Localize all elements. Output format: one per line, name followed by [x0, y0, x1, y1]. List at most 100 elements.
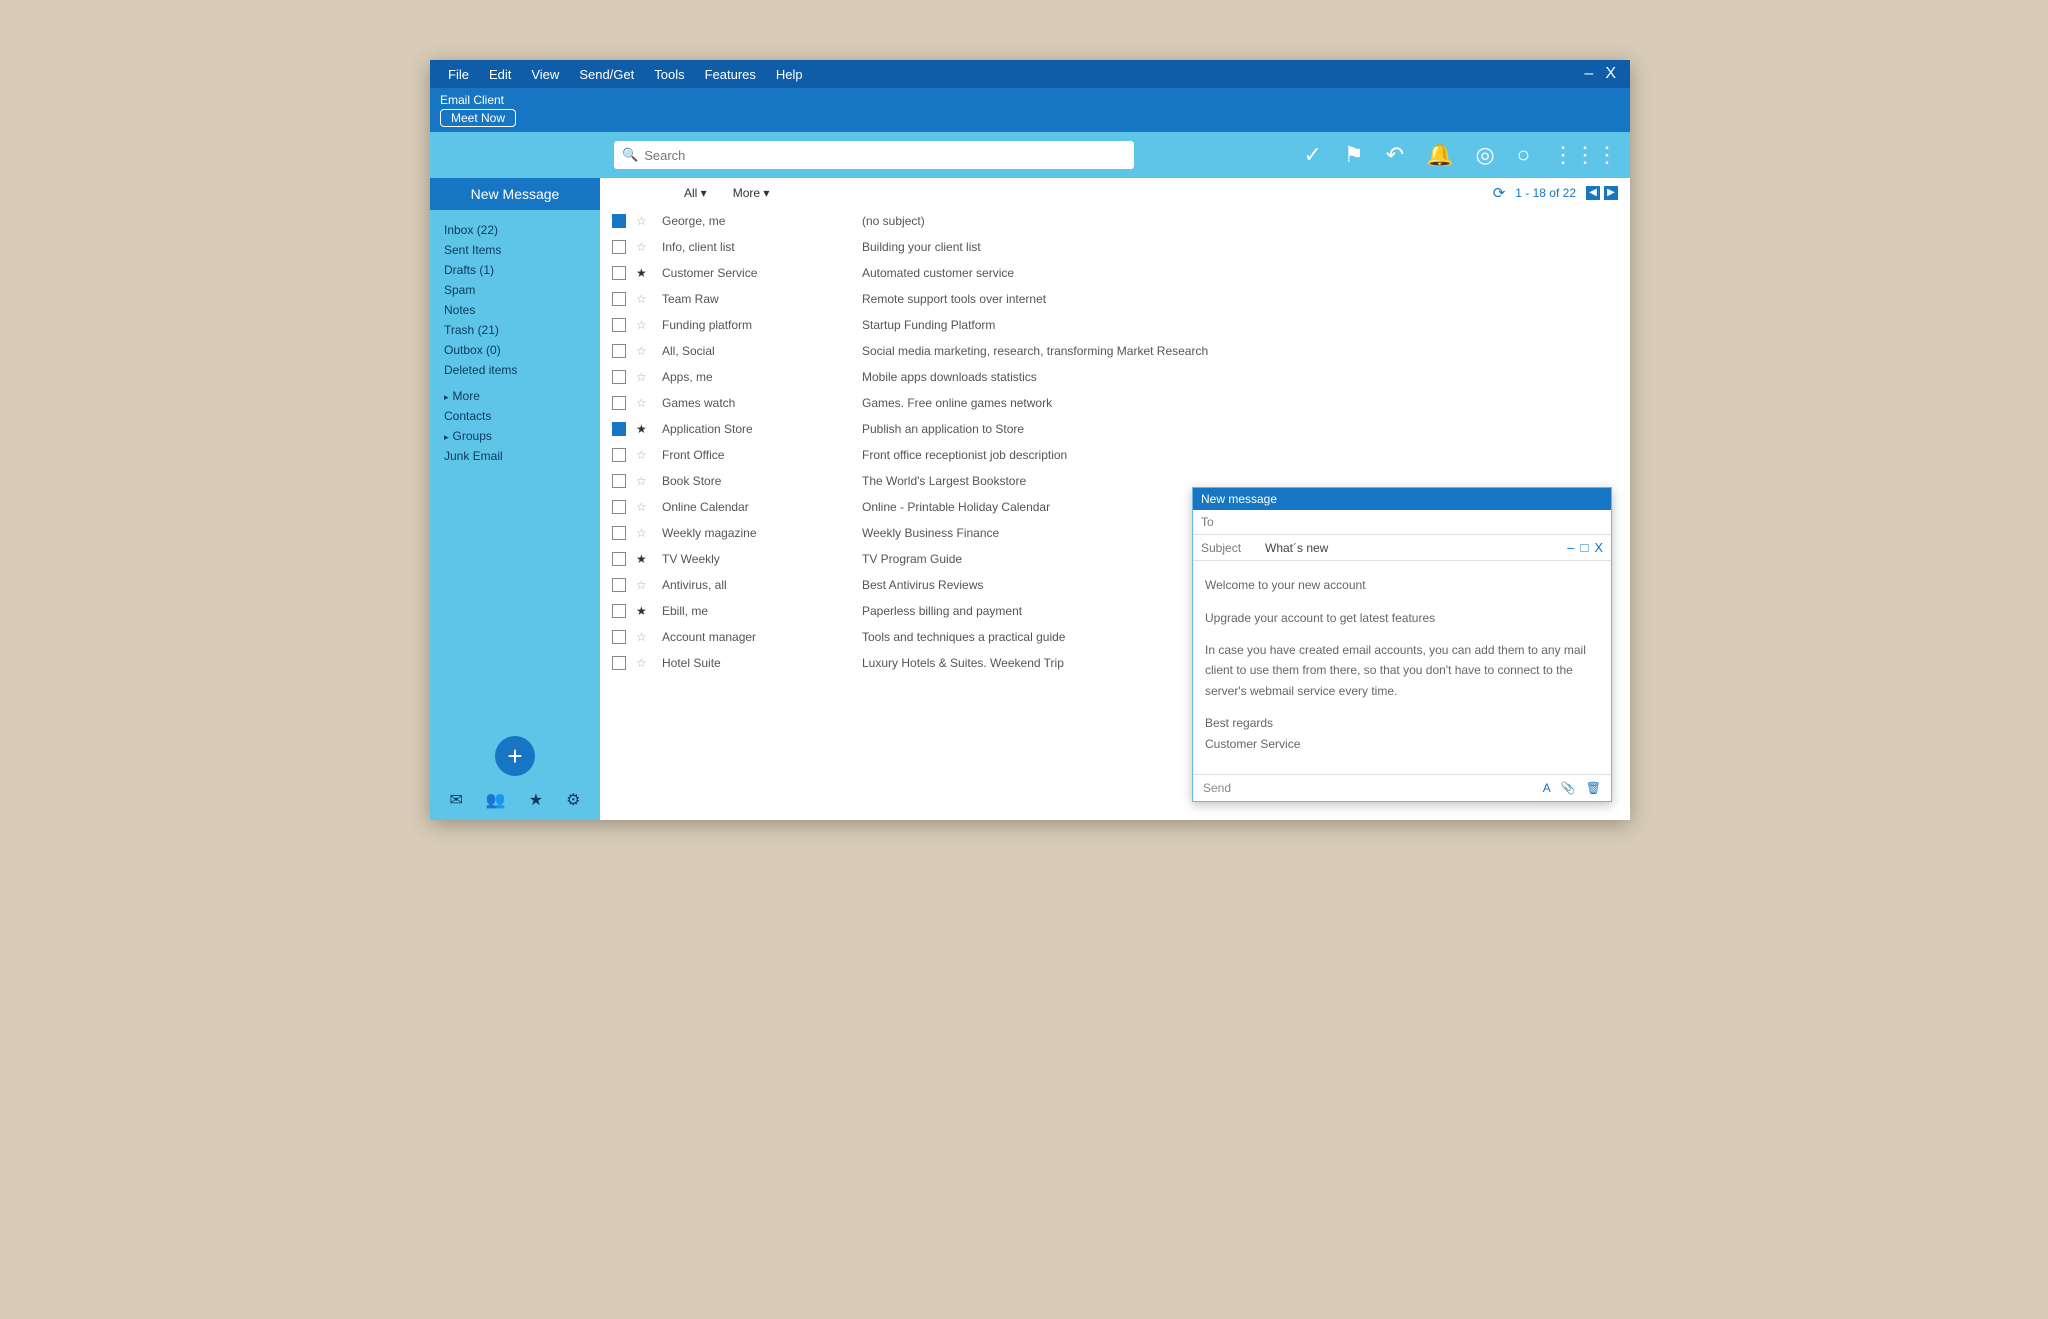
row-checkbox[interactable]	[612, 344, 626, 358]
star-icon[interactable]: ☆	[636, 500, 652, 514]
window-close-icon[interactable]: X	[1599, 65, 1622, 83]
message-row[interactable]: ☆Apps, meMobile apps downloads statistic…	[600, 364, 1630, 390]
star-icon[interactable]: ☆	[636, 396, 652, 410]
tab-mail-icon[interactable]: ✉	[449, 790, 462, 810]
menu-sendget[interactable]: Send/Get	[569, 67, 644, 82]
search-input[interactable]: 🔍 Search	[614, 141, 1134, 169]
message-row[interactable]: ☆Team RawRemote support tools over inter…	[600, 286, 1630, 312]
check-icon[interactable]: ✓	[1303, 142, 1321, 168]
star-icon[interactable]: ☆	[636, 214, 652, 228]
message-row[interactable]: ☆Games watchGames. Free online games net…	[600, 390, 1630, 416]
grid-icon[interactable]: ⋮⋮⋮	[1552, 142, 1618, 168]
compose-line1: Upgrade your account to get latest featu…	[1205, 608, 1599, 628]
message-row[interactable]: ☆Info, client listBuilding your client l…	[600, 234, 1630, 260]
star-icon[interactable]: ☆	[636, 318, 652, 332]
bell-icon[interactable]: 🔔	[1426, 142, 1453, 168]
star-icon[interactable]: ☆	[636, 474, 652, 488]
row-checkbox[interactable]	[612, 474, 626, 488]
star-icon[interactable]: ☆	[636, 344, 652, 358]
meet-now-button[interactable]: Meet Now	[440, 109, 516, 127]
row-checkbox[interactable]	[612, 630, 626, 644]
star-icon[interactable]: ☆	[636, 240, 652, 254]
folder-notes[interactable]: Notes	[444, 300, 600, 320]
row-checkbox[interactable]	[612, 578, 626, 592]
star-icon[interactable]: ☆	[636, 630, 652, 644]
sidebar-contacts[interactable]: Contacts	[444, 406, 600, 426]
compose-maximize-icon[interactable]: □	[1580, 540, 1588, 555]
row-checkbox[interactable]	[612, 396, 626, 410]
row-checkbox[interactable]	[612, 526, 626, 540]
star-icon[interactable]: ☆	[636, 526, 652, 540]
page-prev-button[interactable]: ◀	[1586, 186, 1600, 200]
compose-to-row[interactable]: To	[1193, 510, 1611, 535]
target-icon[interactable]: ◎	[1476, 142, 1495, 168]
folder-spam[interactable]: Spam	[444, 280, 600, 300]
tab-star-icon[interactable]: ★	[529, 790, 543, 810]
menu-help[interactable]: Help	[766, 67, 813, 82]
folder-outbox[interactable]: Outbox (0)	[444, 340, 600, 360]
row-checkbox[interactable]	[612, 656, 626, 670]
row-checkbox[interactable]	[612, 500, 626, 514]
tab-settings-icon[interactable]: ⚙	[566, 790, 580, 810]
message-row[interactable]: ☆George, me(no subject)	[600, 208, 1630, 234]
message-row[interactable]: ★Application StorePublish an application…	[600, 416, 1630, 442]
sidebar-groups[interactable]: Groups	[444, 426, 600, 446]
star-icon[interactable]: ★	[636, 604, 652, 618]
compose-minimize-icon[interactable]: –	[1567, 540, 1574, 555]
menu-file[interactable]: File	[438, 67, 479, 82]
circle-icon[interactable]: ○	[1517, 142, 1530, 168]
filter-all[interactable]: All ▾	[684, 186, 707, 200]
folder-trash[interactable]: Trash (21)	[444, 320, 600, 340]
window-minimize-icon[interactable]: –	[1578, 65, 1599, 83]
format-text-icon[interactable]: A	[1543, 781, 1551, 795]
row-checkbox[interactable]	[612, 266, 626, 280]
sidebar-more[interactable]: More	[444, 386, 600, 406]
star-icon[interactable]: ★	[636, 552, 652, 566]
row-checkbox[interactable]	[612, 604, 626, 618]
row-checkbox[interactable]	[612, 552, 626, 566]
star-icon[interactable]: ☆	[636, 370, 652, 384]
message-row[interactable]: ☆All, SocialSocial media marketing, rese…	[600, 338, 1630, 364]
folder-deleted[interactable]: Deleted items	[444, 360, 600, 380]
row-checkbox[interactable]	[612, 318, 626, 332]
star-icon[interactable]: ☆	[636, 292, 652, 306]
folder-drafts[interactable]: Drafts (1)	[444, 260, 600, 280]
sidebar-junk[interactable]: Junk Email	[444, 446, 600, 466]
row-sender: Weekly magazine	[662, 526, 862, 540]
row-checkbox[interactable]	[612, 292, 626, 306]
message-row[interactable]: ★Customer ServiceAutomated customer serv…	[600, 260, 1630, 286]
send-button[interactable]: Send	[1203, 781, 1231, 795]
trash-icon[interactable]: 🗑	[1586, 781, 1601, 795]
row-checkbox[interactable]	[612, 370, 626, 384]
star-icon[interactable]: ★	[636, 266, 652, 280]
menu-features[interactable]: Features	[695, 67, 766, 82]
row-checkbox[interactable]	[612, 422, 626, 436]
undo-icon[interactable]: ↶	[1386, 142, 1404, 168]
attachment-icon[interactable]: 📎	[1561, 781, 1576, 795]
message-row[interactable]: ☆Funding platformStartup Funding Platfor…	[600, 312, 1630, 338]
row-checkbox[interactable]	[612, 240, 626, 254]
menu-tools[interactable]: Tools	[644, 67, 694, 82]
compose-close-icon[interactable]: X	[1594, 540, 1603, 555]
menu-edit[interactable]: Edit	[479, 67, 521, 82]
add-button[interactable]: +	[495, 736, 535, 776]
row-checkbox[interactable]	[612, 214, 626, 228]
refresh-icon[interactable]: ⟳	[1493, 184, 1506, 202]
star-icon[interactable]: ★	[636, 422, 652, 436]
folder-sent[interactable]: Sent Items	[444, 240, 600, 260]
star-icon[interactable]: ☆	[636, 578, 652, 592]
compose-body[interactable]: Welcome to your new account Upgrade your…	[1193, 561, 1611, 774]
compose-greeting: Welcome to your new account	[1205, 575, 1599, 595]
filter-more[interactable]: More ▾	[733, 186, 770, 200]
page-next-button[interactable]: ▶	[1604, 186, 1618, 200]
star-icon[interactable]: ☆	[636, 448, 652, 462]
star-icon[interactable]: ☆	[636, 656, 652, 670]
compose-subject-row[interactable]: Subject What´s new – □ X	[1193, 535, 1611, 561]
folder-inbox[interactable]: Inbox (22)	[444, 220, 600, 240]
new-message-button[interactable]: New Message	[430, 178, 600, 210]
tab-people-icon[interactable]: 👥	[486, 790, 506, 810]
message-row[interactable]: ☆Front OfficeFront office receptionist j…	[600, 442, 1630, 468]
flag-icon[interactable]: ⚑	[1344, 142, 1364, 168]
row-checkbox[interactable]	[612, 448, 626, 462]
menu-view[interactable]: View	[521, 67, 569, 82]
